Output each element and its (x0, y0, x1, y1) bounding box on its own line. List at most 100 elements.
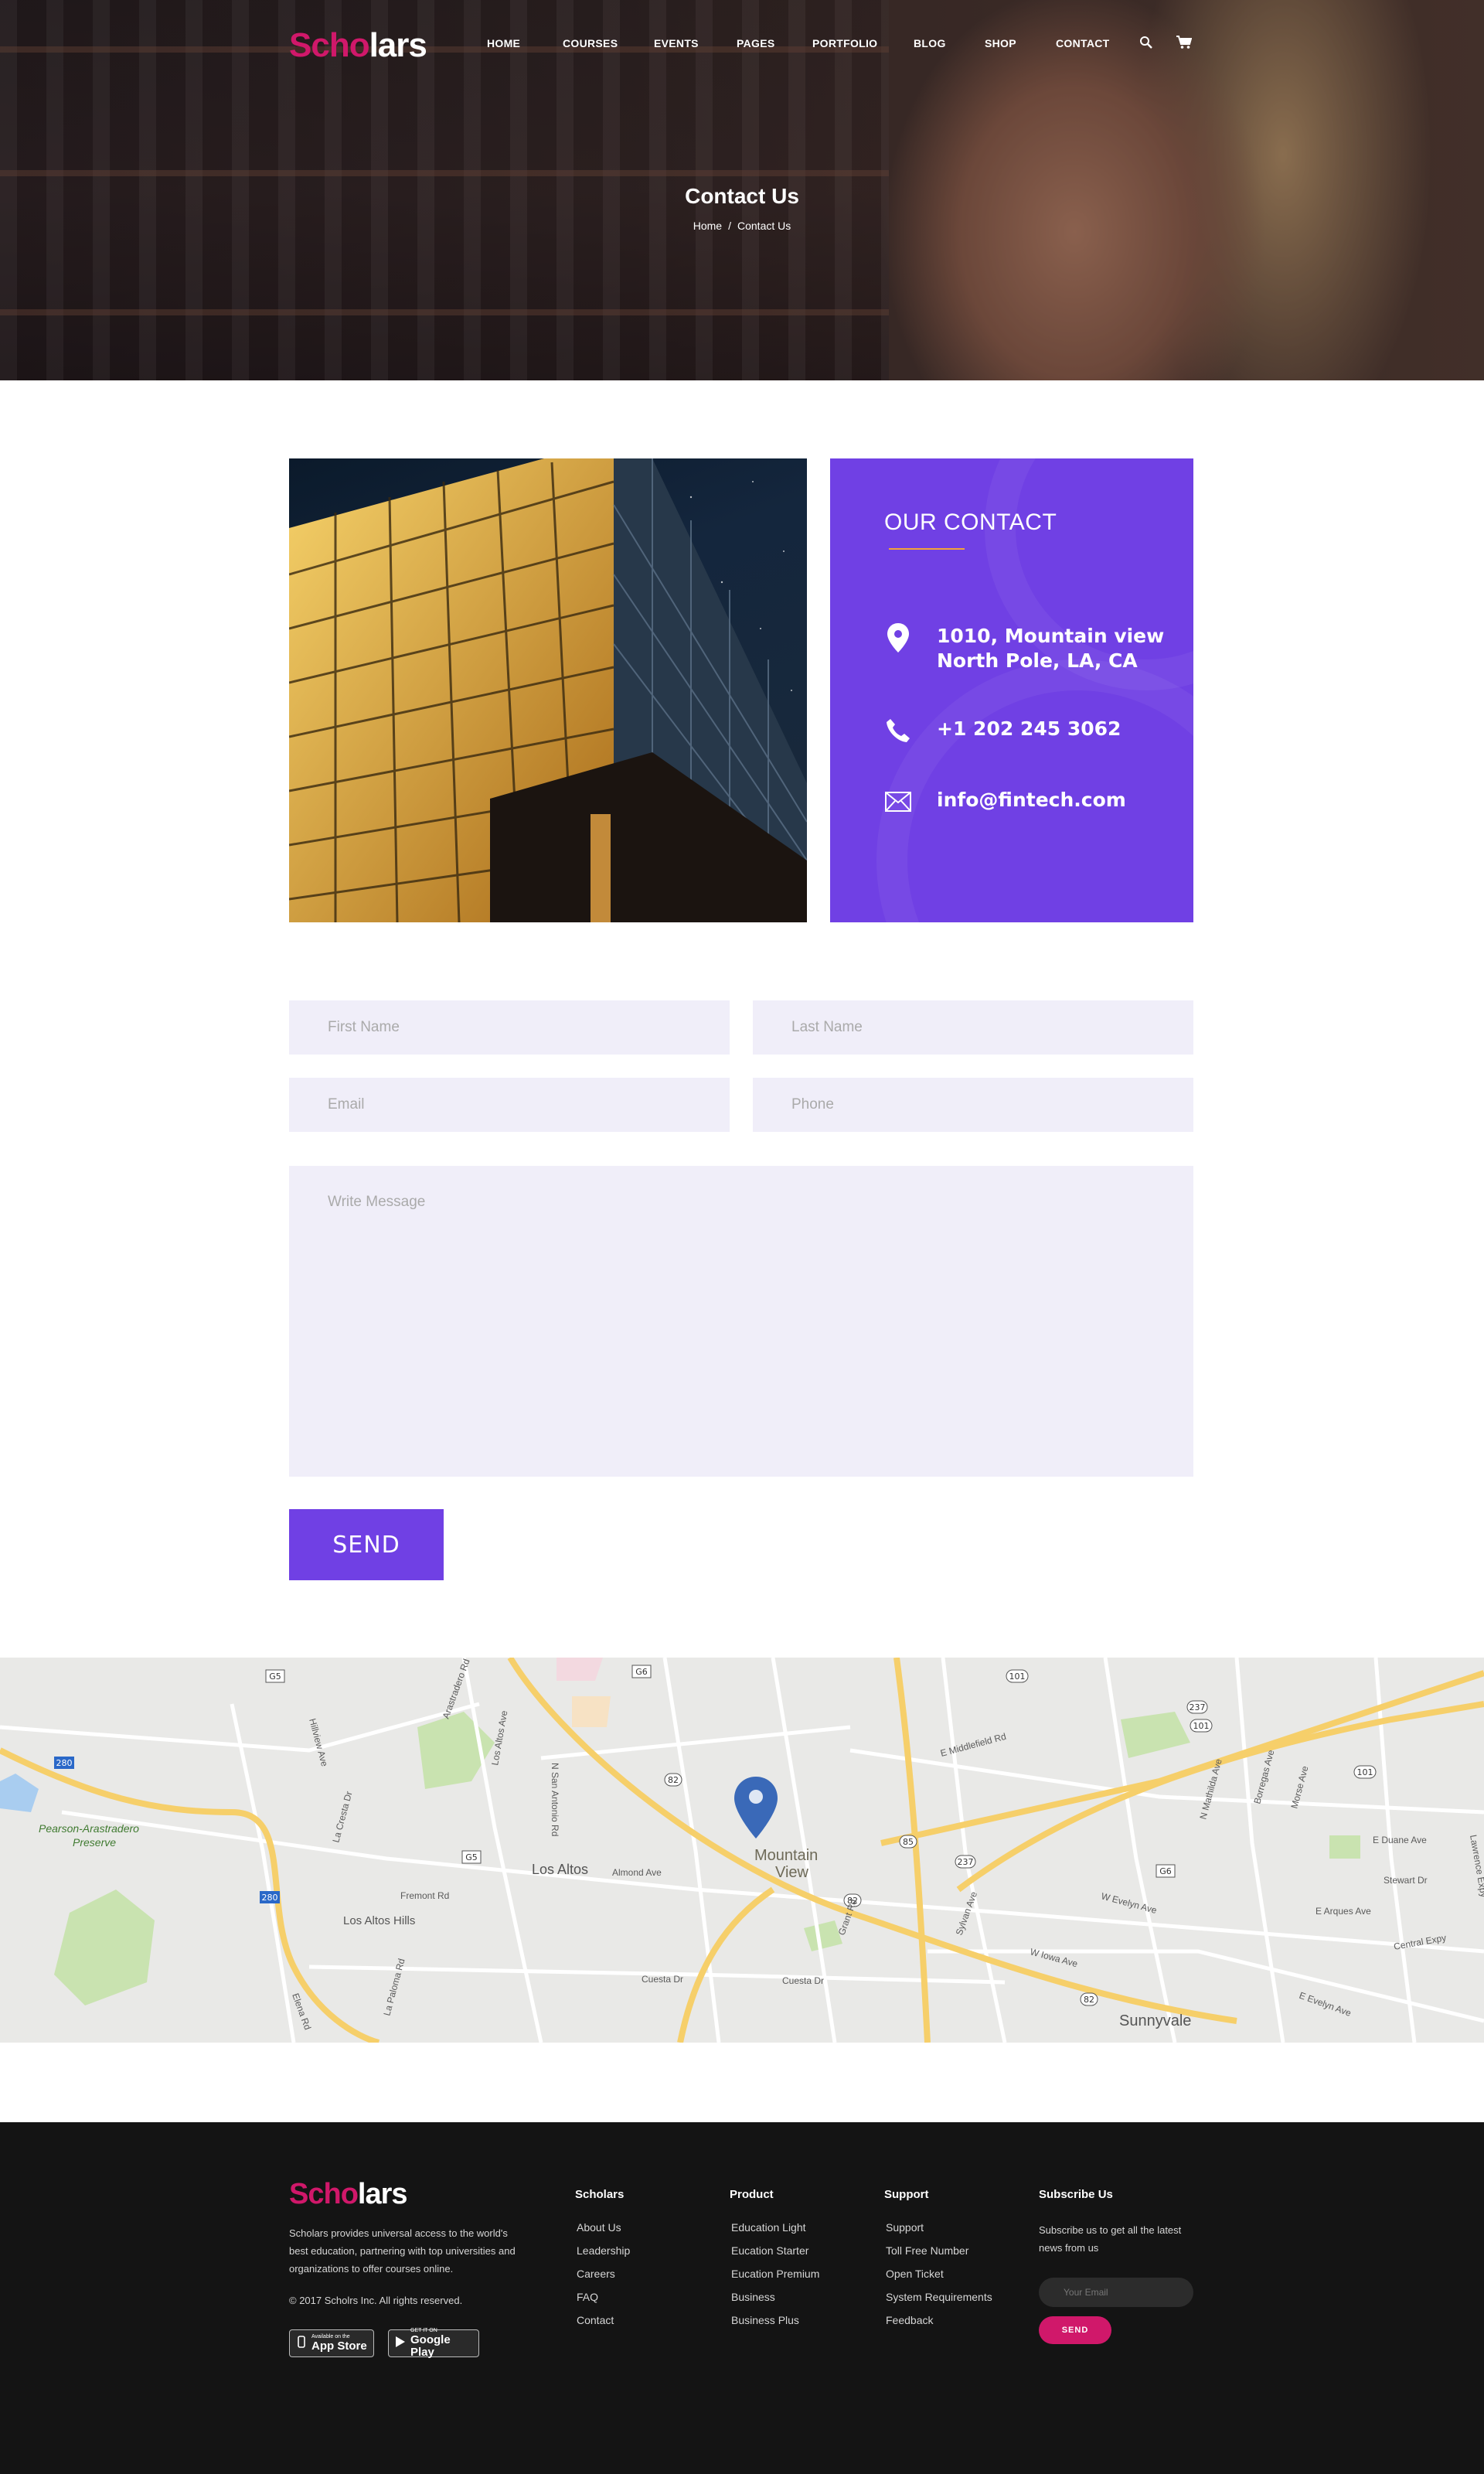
footer-logo[interactable]: Scholars (289, 2178, 408, 2211)
footer-links-support: Support Toll Free Number Open Ticket Sys… (886, 2221, 992, 2337)
footer-link[interactable]: Toll Free Number (886, 2244, 992, 2268)
logo-part-accent: Scho (289, 26, 370, 64)
subscribe-email-input[interactable]: Your Email (1039, 2278, 1193, 2307)
site-footer: Scholars Scholars provides universal acc… (0, 2122, 1484, 2474)
footer-column-title: Product (730, 2188, 774, 2201)
email-input[interactable]: Email (289, 1078, 730, 1132)
nav-item-portfolio[interactable]: PORTFOLIO (812, 37, 877, 49)
map-label-street: Lawrence Expy (1468, 1834, 1484, 1898)
map-label-mountain-view: Mountain (754, 1847, 818, 1864)
footer-link[interactable]: Leadership (577, 2244, 630, 2268)
map-label-preserve: Preserve (73, 1836, 116, 1849)
shield-label: G6 (1159, 1866, 1172, 1876)
subscribe-title: Subscribe Us (1039, 2188, 1113, 2201)
map-label-street: Cuesta Dr (782, 1975, 824, 1986)
shield-label: 237 (1190, 1702, 1206, 1712)
footer-links-product: Education Light Eucation Starter Eucatio… (731, 2221, 819, 2337)
footer-link[interactable]: Open Ticket (886, 2268, 992, 2291)
email-address[interactable]: info@fintech.com (937, 788, 1126, 813)
footer-link[interactable]: Contact (577, 2314, 630, 2337)
map-label-street: La Paloma Rd (381, 1958, 407, 2017)
main-navigation: Scholars HOME COURSES EVENTS PAGES PORTF… (0, 0, 1484, 91)
nav-item-pages[interactable]: PAGES (737, 37, 774, 49)
footer-link[interactable]: Business (731, 2291, 819, 2314)
nav-item-blog[interactable]: BLOG (914, 37, 946, 49)
footer-link[interactable]: About Us (577, 2221, 630, 2244)
contact-email: info@fintech.com (884, 788, 1126, 816)
first-name-input[interactable]: First Name (289, 1000, 730, 1055)
footer-link[interactable]: Support (886, 2221, 992, 2244)
breadcrumb-home[interactable]: Home (693, 220, 722, 232)
footer-link[interactable]: FAQ (577, 2291, 630, 2314)
nav-item-courses[interactable]: COURSES (563, 37, 618, 49)
nav-item-home[interactable]: HOME (487, 37, 520, 49)
envelope-icon (884, 788, 912, 816)
map-label-street: Borregas Ave (1251, 1748, 1276, 1804)
map-label-sunnyvale: Sunnyvale (1119, 2012, 1191, 2029)
google-play-big-text: Google Play (410, 2333, 451, 2359)
map-label-street: W Evelyn Ave (1100, 1890, 1158, 1916)
map-label-street: Los Altos Ave (489, 1709, 509, 1766)
nav-item-events[interactable]: EVENTS (654, 37, 699, 49)
cart-icon[interactable] (1176, 36, 1193, 53)
map-minor-roads (0, 1658, 1484, 2043)
map-label-street: E Middlefield Rd (939, 1731, 1007, 1759)
breadcrumb-separator: / (728, 220, 731, 232)
location-pin-icon (884, 623, 912, 653)
nav-item-shop[interactable]: SHOP (985, 37, 1016, 49)
footer-link[interactable]: Education Light (731, 2221, 819, 2244)
footer-links-scholars: About Us Leadership Careers FAQ Contact (577, 2221, 630, 2337)
footer-link[interactable]: Careers (577, 2268, 630, 2291)
shield-label: 280 (262, 1893, 278, 1903)
shield-label: G6 (635, 1667, 648, 1677)
subscribe-send-button[interactable]: SEND (1039, 2316, 1111, 2344)
app-store-badge[interactable]: Available on the App Store (289, 2329, 374, 2357)
logo-part-main: lars (369, 26, 427, 64)
phone-placeholder: Phone (791, 1096, 834, 1113)
map-label-street: Stewart Dr (1384, 1875, 1428, 1886)
footer-link[interactable]: System Requirements (886, 2291, 992, 2314)
shield-label: 82 (668, 1775, 679, 1785)
message-textarea[interactable]: Write Message (289, 1166, 1193, 1477)
footer-column-title: Scholars (575, 2188, 625, 2201)
building-photo (289, 458, 807, 922)
send-button[interactable]: SEND (289, 1509, 444, 1580)
map-label-street: E Arques Ave (1316, 1906, 1371, 1917)
footer-link[interactable]: Business Plus (731, 2314, 819, 2337)
map-label-street: La Cresta Dr (330, 1790, 354, 1843)
apple-icon (296, 2335, 307, 2352)
phone-input[interactable]: Phone (753, 1078, 1193, 1132)
email-placeholder: Email (328, 1096, 365, 1113)
google-play-badge[interactable]: GET IT ON Google Play (388, 2328, 479, 2359)
copyright: © 2017 Scholrs Inc. All rights reserved. (289, 2295, 463, 2306)
subscribe-description: Subscribe us to get all the latest news … (1039, 2224, 1182, 2254)
footer-link[interactable]: Feedback (886, 2314, 992, 2337)
map-highways (0, 1658, 1484, 2043)
nav-item-contact[interactable]: CONTACT (1056, 37, 1110, 49)
map-label-street: E Evelyn Ave (1298, 1990, 1353, 2019)
site-logo[interactable]: Scholars (289, 26, 427, 65)
hero-banner: Scholars HOME COURSES EVENTS PAGES PORTF… (0, 0, 1484, 380)
contact-address: 1010, Mountain view North Pole, LA, CA (884, 623, 1164, 673)
search-icon[interactable] (1139, 36, 1153, 53)
phone-number[interactable]: +1 202 245 3062 (937, 717, 1121, 741)
address-line-2: North Pole, LA, CA (937, 649, 1138, 672)
last-name-placeholder: Last Name (791, 1019, 863, 1035)
last-name-input[interactable]: Last Name (753, 1000, 1193, 1055)
app-store-big-text: App Store (311, 2339, 367, 2353)
footer-column-title: Support (884, 2188, 929, 2201)
contact-card-title: OUR CONTACT (884, 509, 1057, 535)
page-title: Contact Us (685, 184, 799, 208)
shield-label: 280 (56, 1758, 73, 1768)
footer-link[interactable]: Eucation Premium (731, 2268, 819, 2291)
location-map[interactable]: 280 280 G5 G5 G6 G6 82 82 82 85 237 237 … (0, 1658, 1484, 2043)
map-label-street: Hillview Ave (307, 1717, 330, 1768)
map-label-street: N San Antonio Rd (550, 1763, 560, 1836)
shield-label: 237 (958, 1857, 974, 1867)
map-label-mountain-view: View (775, 1864, 809, 1881)
phone-icon (884, 717, 912, 745)
footer-link[interactable]: Eucation Starter (731, 2244, 819, 2268)
map-label-preserve: Pearson-Arastradero (39, 1822, 139, 1835)
map-label-street: Cuesta Dr (642, 1974, 683, 1985)
breadcrumb-current: Contact Us (737, 220, 791, 232)
